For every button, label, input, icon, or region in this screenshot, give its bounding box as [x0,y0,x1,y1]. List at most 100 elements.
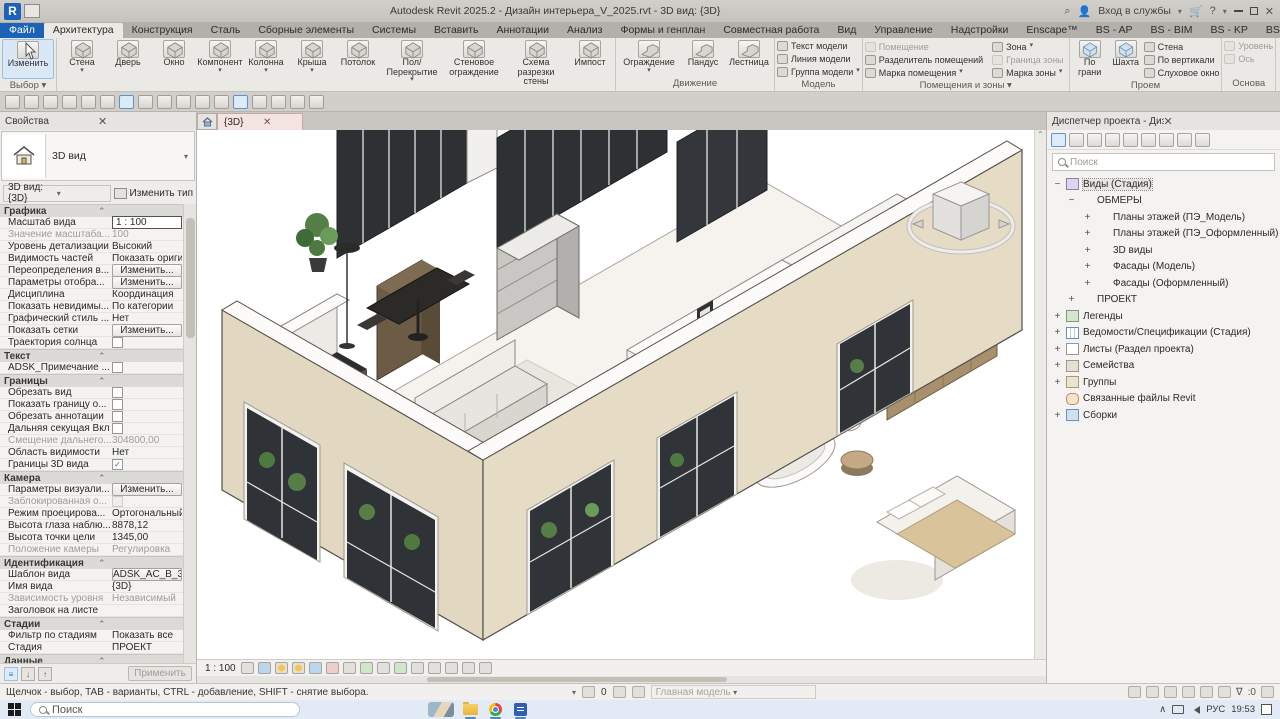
selection-toggle-icon[interactable] [1261,686,1274,698]
sun-path-icon[interactable] [275,662,288,674]
tree-expander[interactable]: + [1083,212,1092,223]
view-tab-3d[interactable]: {3D} ✕ [217,113,303,130]
tree-item[interactable]: + Планы этажей (ПЭ_Модель) [1047,209,1280,226]
switch-windows-icon[interactable] [271,95,286,109]
tree-expander[interactable]: + [1067,294,1076,305]
background-processes-icon[interactable] [1218,686,1231,698]
property-value[interactable]: По категории [112,301,182,312]
sort-default-icon[interactable]: ≡ [4,667,18,681]
detail-level-icon[interactable] [241,662,254,674]
reveal-constraints-icon[interactable] [428,662,441,674]
thin-lines-icon[interactable] [233,95,248,109]
help-icon[interactable]: ? [1210,5,1216,17]
browser-select-icon[interactable] [1069,133,1084,147]
property-value[interactable] [112,337,182,348]
shadows-icon[interactable] [292,662,305,674]
restore-button[interactable] [1250,7,1258,15]
tree-expander[interactable]: + [1083,261,1092,272]
select-links-icon[interactable] [1128,686,1141,698]
property-value[interactable]: Изменить... [112,324,182,337]
drag-on-selection-icon[interactable] [1200,686,1213,698]
sort-descending-icon[interactable]: ↑ [38,667,52,681]
view-cube[interactable] [901,168,1021,268]
worksharing-display-icon[interactable] [445,662,458,674]
ribbon-button[interactable]: Схема разрезки стены [505,39,567,94]
browser-assembly-icon[interactable] [1195,133,1210,147]
network-icon[interactable] [1172,705,1184,714]
property-value[interactable]: Изменить... [112,276,182,289]
tree-item[interactable]: + ПРОЕКТ [1047,292,1280,309]
file-explorer-icon[interactable] [462,702,479,717]
signin-caret-icon[interactable] [1178,5,1182,17]
tree-expander[interactable]: + [1053,410,1062,421]
ribbon-button[interactable]: По грани [1072,39,1108,79]
ribbon-button[interactable]: Шахта [1108,39,1144,79]
browser-views-icon[interactable] [1087,133,1102,147]
property-value[interactable]: Изменить... [112,483,182,496]
ribbon-tab[interactable]: Enscape™ [1017,23,1086,38]
rendering-dialog-icon[interactable] [309,662,322,674]
print-icon[interactable] [100,95,115,109]
chrome-icon[interactable] [487,702,504,717]
tree-item[interactable]: Связанные файлы Revit [1047,391,1280,408]
show-rendering-icon[interactable] [377,662,390,674]
edit-type-button[interactable]: Изменить тип [114,188,193,199]
ribbon-button[interactable]: Пол/Перекрытие ▾ [381,39,443,84]
reveal-hidden-elements-icon[interactable] [394,662,407,674]
ribbon-button[interactable]: Лестница [726,39,772,75]
property-value[interactable]: Координация [112,289,182,300]
ribbon-tab[interactable]: BS - KP [1202,23,1257,38]
sync-with-central-icon[interactable] [43,95,58,109]
ribbon-tab[interactable]: Надстройки [942,23,1018,38]
type-selector[interactable]: 3D вид [1,131,195,181]
close-button[interactable]: ✕ [1265,5,1274,18]
ribbon-small-button[interactable]: Зона ▾ [992,40,1067,53]
close-hidden-windows-icon[interactable] [252,95,267,109]
start-button[interactable] [8,703,22,717]
editing-requests-icon[interactable] [613,686,626,698]
taskbar-search-input[interactable]: Поиск [30,702,300,717]
browser-collapse-icon[interactable] [1159,133,1174,147]
volume-icon[interactable] [1190,706,1200,714]
ribbon-small-button[interactable]: По вертикали [1144,53,1220,66]
ribbon-button[interactable]: Стеновое ограждение [443,39,505,84]
tree-item[interactable]: + Планы этажей (ПЭ_Оформленный) [1047,226,1280,243]
ribbon-small-button[interactable]: Стена [1144,40,1220,53]
ribbon-tab[interactable]: Управление [865,23,941,38]
tree-item[interactable]: + Фасады (Оформленный) [1047,275,1280,292]
ribbon-tab[interactable]: Формы и генплан [611,23,714,38]
ribbon-tab[interactable]: Вставить [425,23,488,38]
property-value[interactable]: ADSK_AC_B_3D [112,568,182,581]
property-value[interactable]: {3D} [112,581,182,592]
property-value[interactable]: ПРОЕКТ [112,642,182,653]
ribbon-button[interactable]: Потолок [335,39,381,75]
home-icon[interactable] [24,4,40,18]
browser-schedules-icon[interactable] [1105,133,1120,147]
worksets-icon[interactable] [582,686,595,698]
tree-item[interactable]: − Виды (Стадия) [1047,176,1280,193]
browser-link-icon[interactable] [1177,133,1192,147]
tree-expander[interactable]: + [1083,245,1092,256]
text-icon[interactable] [176,95,191,109]
crop-view-icon[interactable] [326,662,339,674]
vertical-scrollbar[interactable]: ⌃ [1034,130,1046,659]
ribbon-button[interactable]: Пандус [680,39,726,75]
scale-control[interactable]: 1 : 100 [205,663,236,674]
property-group-header[interactable]: Границы ⌃ [0,374,196,387]
ribbon-small-button[interactable]: Разделитель помещений [865,53,986,66]
aligned-dimension-icon[interactable] [138,95,153,109]
browser-home-icon[interactable] [1051,133,1066,147]
property-value[interactable]: 100 [112,229,182,240]
select-pinned-icon[interactable] [1164,686,1177,698]
transfer-standards-icon[interactable] [290,95,305,109]
displacement-sets-icon[interactable] [462,662,475,674]
property-group-header[interactable]: Текст ⌃ [0,349,196,362]
widgets-icon[interactable] [428,702,454,717]
save-icon[interactable] [24,95,39,109]
ribbon-tab[interactable]: BS - BIM [1142,23,1202,38]
ribbon-tab[interactable]: BS - Общие [1257,23,1280,38]
property-value[interactable]: Нет [112,447,182,458]
language-indicator[interactable]: РУС [1206,704,1225,715]
temporary-view-properties-icon[interactable] [411,662,424,674]
tree-item[interactable]: + Семейства [1047,358,1280,375]
